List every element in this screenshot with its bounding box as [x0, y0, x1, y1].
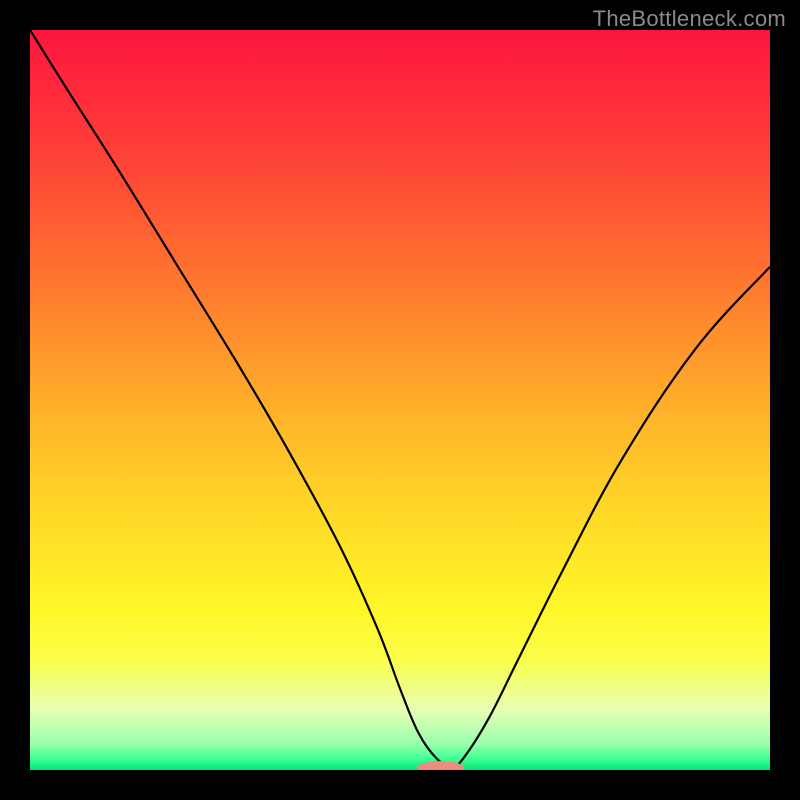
plot-area [30, 30, 770, 770]
bottleneck-chart [30, 30, 770, 770]
watermark-text: TheBottleneck.com [593, 6, 786, 32]
chart-frame: TheBottleneck.com [0, 0, 800, 800]
